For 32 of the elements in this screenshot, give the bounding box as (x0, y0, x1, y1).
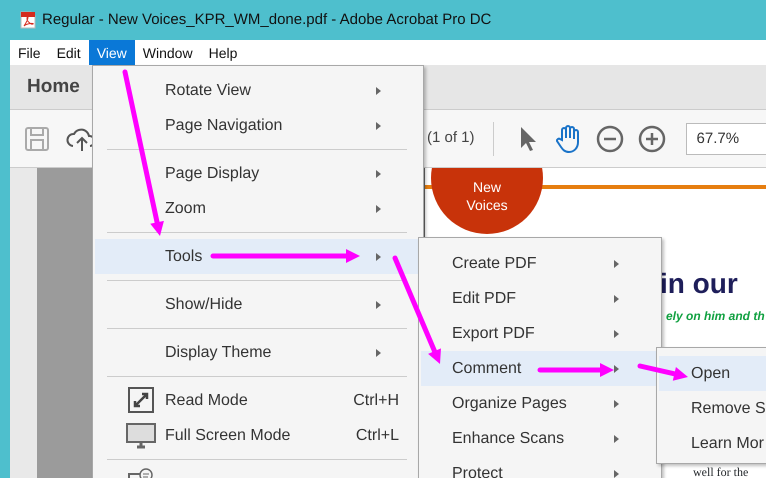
menu-item[interactable]: Remove S (659, 391, 766, 426)
menu-item[interactable]: Window (134, 40, 201, 65)
menu-item[interactable]: View (88, 40, 135, 65)
menu-item[interactable]: Show/Hide (95, 287, 421, 322)
logo-badge: New Voices (431, 168, 543, 234)
menu-item[interactable]: Edit (48, 40, 89, 65)
menu-item[interactable]: Organize Pages (421, 386, 659, 421)
home-tab[interactable]: Home (27, 72, 80, 102)
menu-item[interactable]: Help (200, 40, 246, 65)
menu-item[interactable]: Protect (421, 456, 659, 478)
menu-item[interactable]: Comment (421, 351, 659, 386)
window-title: Regular - New Voices_KPR_WM_done.pdf - Adobe Acrobat Pro DC (42, 10, 492, 30)
menu-item[interactable]: Full Screen Mode Ctrl+L (95, 418, 421, 453)
menu-item[interactable]: Rotate View (95, 73, 421, 108)
menu-item[interactable]: Open (659, 356, 766, 391)
menu-item[interactable]: Read Mode Ctrl+H (95, 383, 421, 418)
menu-item[interactable]: Create PDF (421, 246, 659, 281)
menu-item[interactable]: Learn Mor (659, 426, 766, 461)
page-subtitle: ely on him and th (666, 308, 766, 325)
zoom-field[interactable]: 67.7% (686, 122, 766, 154)
menu-item[interactable]: Edit PDF (421, 281, 659, 316)
menu-item[interactable]: Enhance Scans (421, 421, 659, 456)
menu-item[interactable]: Tools (95, 239, 421, 274)
page-heading: in our (660, 267, 739, 301)
page-count: (1 of 1) (427, 128, 475, 148)
menu-item[interactable]: Page Navigation (95, 108, 421, 143)
body-text: well for the (693, 466, 750, 478)
menu-item[interactable]: Page Display (95, 156, 421, 191)
menu-item[interactable]: Export PDF (421, 316, 659, 351)
menu-item[interactable]: Zoom (95, 191, 421, 226)
menu-item[interactable]: Display Theme (95, 335, 421, 370)
menu-item[interactable]: File (10, 40, 49, 65)
